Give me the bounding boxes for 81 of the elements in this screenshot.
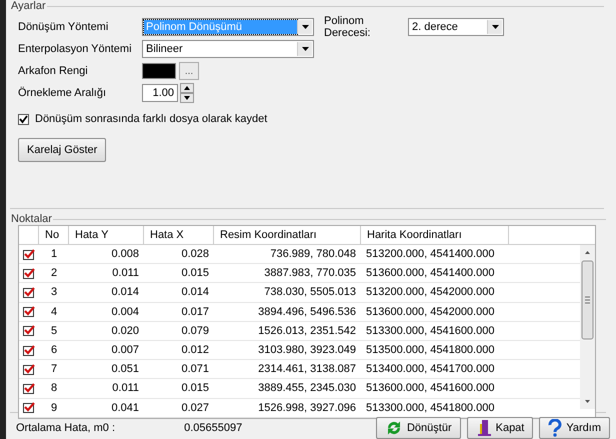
- column-header[interactable]: Hata Y: [69, 226, 144, 244]
- table-cell-text: 513200.000, 4542000.000: [365, 286, 496, 298]
- row-checkbox[interactable]: [23, 382, 35, 394]
- row-checkbox[interactable]: [23, 248, 35, 260]
- field-label: Arkafon Rengi: [18, 65, 89, 77]
- table-cell-text: 3887.983, 770.035: [263, 267, 357, 280]
- table-cell-text: 3: [50, 286, 58, 298]
- table-cell-text: 0.015: [180, 382, 210, 394]
- table-cell-text: 6: [50, 344, 58, 356]
- row-checkbox[interactable]: [23, 325, 35, 336]
- table-cell-text: 513600.000, 4541600.000: [365, 382, 496, 394]
- table-cell-text: 0.014: [180, 286, 210, 298]
- table-cell-text: 2314.461, 3138.087: [257, 363, 357, 376]
- table-cell-text: 1526.013, 2351.542: [257, 324, 357, 337]
- field-label: Örnekleme Aralığı: [18, 87, 108, 99]
- table-cell-text: 513300.000, 4541800.000: [365, 402, 496, 414]
- table-cell-text: 0.051: [110, 363, 140, 376]
- spin-buttons-icon[interactable]: [180, 83, 194, 103]
- group-title: Noktalar: [10, 213, 53, 225]
- table-cell-text: 738.030, 5505.013: [263, 286, 357, 298]
- show-grid-button[interactable]: Karelaj Göster: [18, 138, 106, 162]
- table-cell-text: 9: [50, 402, 58, 414]
- table-cell-text: 513600.000, 4541400.000: [365, 267, 496, 280]
- table-cell-text: 2: [50, 267, 58, 280]
- table-cell-text: 513200.000, 4541400.000: [365, 248, 496, 260]
- table-cell-text: 5: [50, 324, 58, 337]
- help-icon: [548, 419, 562, 437]
- table-cell-text: 3894.496, 5496.536: [257, 306, 357, 318]
- field-label: Dönüşüm Yöntemi: [18, 21, 110, 33]
- table-cell-text: 513300.000, 4541600.000: [365, 324, 496, 337]
- column-header[interactable]: No: [39, 226, 69, 244]
- row-checkbox[interactable]: [23, 268, 35, 279]
- sampling-input[interactable]: 1.00: [142, 84, 178, 102]
- convert-button[interactable]: Dönüştür: [376, 417, 461, 439]
- table-cell-text: 1526.998, 3927.096: [257, 402, 357, 414]
- help-button[interactable]: Yardım: [539, 417, 610, 439]
- table-cell-text: 0.027: [180, 402, 210, 414]
- column-header[interactable]: Harita Koordinatları: [361, 226, 509, 244]
- table-cell-text: 0.012: [180, 344, 210, 356]
- table-cell-text: 0.041: [110, 402, 140, 414]
- table-cell-text: 513600.000, 4542000.000: [365, 306, 496, 318]
- interpolation-dropdown[interactable]: Bilineer: [142, 40, 314, 58]
- table-cell-text: 513500.000, 4541800.000: [365, 344, 496, 356]
- table-cell-text: 0.020: [110, 324, 140, 337]
- table-cell-text: 0.028: [180, 248, 210, 260]
- field-label: Polinom Derecesi:: [324, 15, 372, 39]
- row-checkbox[interactable]: [23, 344, 35, 356]
- table-cell-text: 3103.980, 3923.049: [257, 344, 357, 356]
- mean-error-value: 0.05655097: [184, 422, 244, 434]
- table-cell-text: 7: [50, 363, 58, 376]
- table-cell-text: 3889.455, 2345.030: [257, 382, 357, 394]
- group-title: Ayarlar: [10, 0, 47, 12]
- table-cell-text: 736.989, 780.048: [269, 248, 357, 260]
- checkbox[interactable]: [18, 114, 29, 124]
- table-cell-text: 0.071: [180, 363, 210, 376]
- table-cell-text: 0.011: [111, 382, 140, 394]
- row-checkbox[interactable]: [23, 402, 35, 414]
- polynomial-degree-dropdown[interactable]: 2. derece: [408, 18, 504, 36]
- table-cell-text: 4: [50, 306, 58, 318]
- field-label: Enterpolasyon Yöntemi: [18, 43, 133, 55]
- table-cell-text: 8: [50, 382, 58, 394]
- table-cell-text: 0.008: [110, 248, 140, 260]
- table-cell-text: 0.007: [110, 344, 140, 356]
- table-cell-text: 0.011: [111, 267, 140, 280]
- mean-error-label: Ortalama Hata, m0 :: [16, 422, 116, 434]
- close-button[interactable]: Kapat: [466, 417, 534, 439]
- table-cell-text: 0.014: [110, 286, 140, 298]
- row-checkbox[interactable]: [23, 286, 35, 298]
- row-checkbox[interactable]: [23, 364, 35, 375]
- column-header[interactable]: Resim Koordinatları: [214, 226, 361, 244]
- table-cell-text: 513400.000, 4541700.000: [365, 363, 496, 376]
- table-cell-text: 0.017: [180, 306, 210, 318]
- column-header[interactable]: Hata X: [144, 226, 214, 244]
- table-cell-text: 0.079: [180, 324, 210, 337]
- table-cell-text: 1: [50, 248, 58, 260]
- checkbox-label[interactable]: Dönüşüm sonrasında farklı dosya olarak kaydet: [35, 113, 268, 125]
- table-cell-text: 0.004: [110, 306, 140, 318]
- color-swatch[interactable]: [142, 63, 176, 79]
- table-cell-text: 0.015: [180, 267, 210, 280]
- row-checkbox[interactable]: [23, 306, 35, 318]
- browse-button[interactable]: ...: [179, 62, 199, 80]
